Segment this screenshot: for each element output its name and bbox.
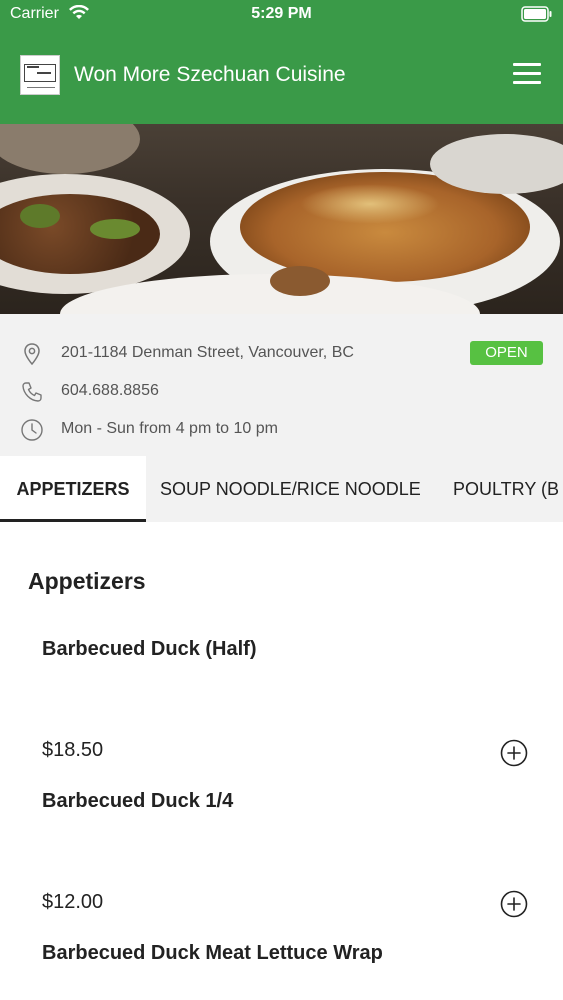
restaurant-info: 201-1184 Denman Street, Vancouver, BC OP…: [0, 314, 563, 456]
category-tabs: APPETIZERS SOUP NOODLE/RICE NOODLE POULT…: [0, 456, 563, 522]
top-bar: Carrier 5:29 PM Won More Szechuan Cuisin…: [0, 0, 563, 124]
status-time: 5:29 PM: [251, 5, 312, 22]
section-title: Appetizers: [28, 568, 146, 594]
tab-poultry[interactable]: POULTRY (B: [453, 456, 559, 522]
app-header: Won More Szechuan Cuisine: [0, 50, 563, 102]
status-badge: OPEN: [470, 341, 543, 365]
phone-row: 604.688.8856: [0, 378, 563, 408]
menu-item-price: $18.50: [42, 739, 104, 761]
clock-icon: [21, 419, 43, 441]
hours-text: Mon - Sun from 4 pm to 10 pm: [61, 420, 278, 437]
plus-circle-icon[interactable]: [500, 890, 528, 918]
hamburger-menu-icon[interactable]: [513, 63, 543, 87]
menu-item-name[interactable]: Barbecued Duck 1/4: [42, 790, 233, 813]
hero-food-image: [0, 124, 563, 314]
phone-text[interactable]: 604.688.8856: [61, 382, 159, 400]
location-pin-icon: [24, 343, 40, 366]
menu-item-name[interactable]: Barbecued Duck (Half): [42, 638, 257, 661]
phone-icon: [22, 382, 42, 402]
plus-circle-icon[interactable]: [500, 739, 528, 767]
address-text[interactable]: 201-1184 Denman Street, Vancouver, BC: [61, 344, 354, 362]
menu-item-name[interactable]: Barbecued Duck Meat Lettuce Wrap: [42, 942, 383, 965]
restaurant-logo: [20, 55, 60, 95]
restaurant-title: Won More Szechuan Cuisine: [74, 63, 346, 86]
status-bar: Carrier 5:29 PM: [0, 0, 563, 30]
tab-appetizers[interactable]: APPETIZERS: [0, 456, 146, 522]
tab-soup-noodle-rice-noodle[interactable]: SOUP NOODLE/RICE NOODLE: [160, 456, 421, 522]
hours-row: Mon - Sun from 4 pm to 10 pm: [0, 416, 563, 446]
menu-item-price: $12.00: [42, 891, 104, 913]
battery-icon: [521, 6, 552, 22]
